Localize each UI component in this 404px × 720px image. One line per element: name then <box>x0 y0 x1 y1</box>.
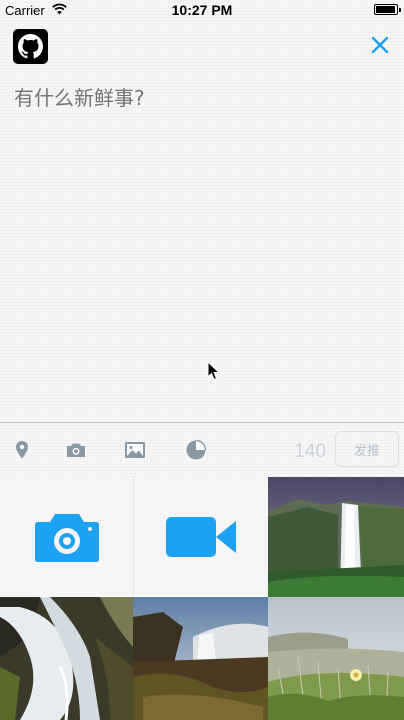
github-octocat-icon[interactable] <box>13 29 48 64</box>
location-pin-icon[interactable] <box>9 437 35 463</box>
battery-icon <box>374 4 401 15</box>
mouse-cursor-icon <box>207 361 221 381</box>
waterfall-landscape-photo[interactable] <box>133 597 268 720</box>
character-count: 140 <box>294 441 326 462</box>
camera-icon <box>34 513 99 562</box>
camera-capture-button[interactable] <box>0 477 134 596</box>
camera-icon[interactable] <box>63 437 89 463</box>
tweet-send-button[interactable]: 发推 <box>335 431 399 467</box>
river-rapids-photo[interactable] <box>0 597 133 720</box>
media-picker-grid <box>0 477 404 720</box>
clock: 10:27 PM <box>171 2 233 18</box>
video-camera-icon <box>166 516 236 557</box>
status-bar: Carrier 10:27 PM <box>0 0 404 20</box>
compose-toolbar: 140 发推 <box>0 422 404 477</box>
poll-icon[interactable] <box>183 437 209 463</box>
coastal-plants-photo[interactable] <box>268 597 404 720</box>
tweet-compose-input[interactable] <box>14 86 384 110</box>
image-icon[interactable] <box>122 437 148 463</box>
close-icon[interactable] <box>368 33 392 57</box>
waterfall-photo[interactable] <box>268 477 404 597</box>
video-capture-button[interactable] <box>134 477 268 596</box>
